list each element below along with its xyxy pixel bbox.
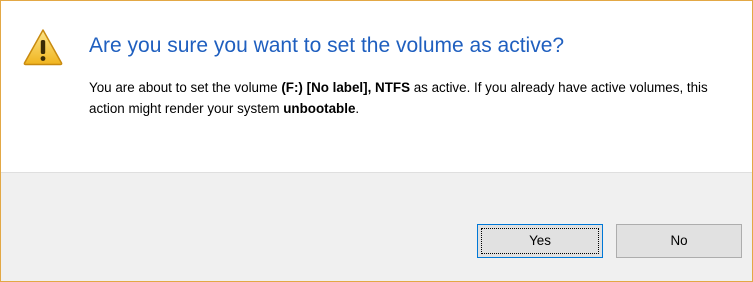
message-text: You are about to set the volume (89, 80, 282, 95)
confirmation-dialog: Are you sure you want to set the volume … (0, 0, 753, 282)
yes-button[interactable]: Yes (477, 224, 603, 258)
no-button-label: No (670, 233, 688, 248)
dialog-content: Are you sure you want to set the volume … (1, 1, 752, 175)
no-button[interactable]: No (616, 224, 742, 258)
dialog-message: You are about to set the volume (F:) [No… (89, 77, 729, 119)
yes-button-label: Yes (529, 233, 551, 248)
dialog-footer: Yes No (1, 172, 752, 281)
message-text: . (355, 101, 360, 116)
volume-name: (F:) [No label], NTFS (281, 80, 411, 95)
warning-icon (23, 29, 63, 66)
dialog-title: Are you sure you want to set the volume … (89, 34, 565, 57)
warning-emphasis: unbootable (283, 101, 356, 116)
